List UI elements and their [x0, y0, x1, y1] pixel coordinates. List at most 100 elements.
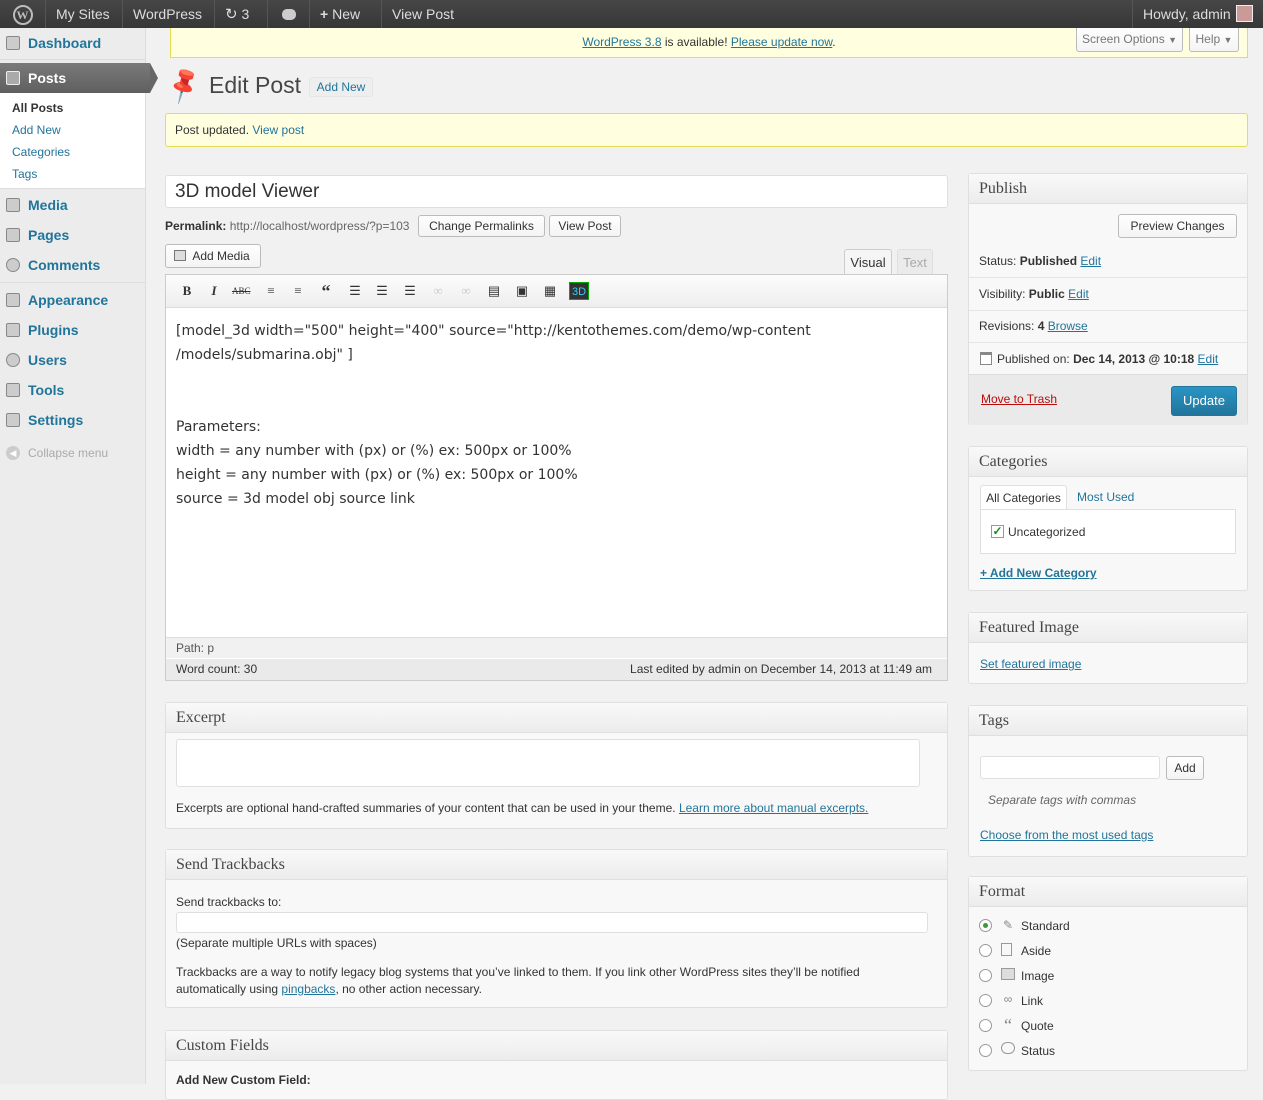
menu-label: Users — [28, 352, 67, 368]
menu-tools[interactable]: Tools — [0, 375, 145, 405]
kitchen-sink-icon[interactable]: ▦ — [541, 282, 559, 300]
more-tag-icon[interactable]: ▤ — [485, 282, 503, 300]
category-checkbox[interactable]: ✓ — [991, 525, 1004, 538]
edit-status-link[interactable]: Edit — [1080, 254, 1101, 268]
unlink-icon[interactable]: ∞ — [457, 282, 475, 300]
menu-users[interactable]: Users — [0, 345, 145, 375]
trackbacks-input[interactable] — [176, 912, 928, 933]
view-post-link[interactable]: View Post — [382, 0, 467, 28]
link-icon[interactable]: ∞ — [429, 282, 447, 300]
change-permalinks-button[interactable]: Change Permalinks — [418, 215, 545, 237]
post-title-text: 3D model Viewer — [175, 181, 320, 202]
wordpress-logo-icon[interactable]: W — [0, 0, 46, 28]
bullet-list-icon[interactable]: ≡ — [262, 282, 280, 300]
add-tag-button[interactable]: Add — [1166, 756, 1204, 780]
refresh-icon: ↻ — [225, 6, 238, 23]
blockquote-icon[interactable]: “ — [317, 282, 335, 300]
visibility-value: Public — [1028, 287, 1065, 301]
collapse-menu[interactable]: ◀ Collapse menu — [0, 438, 145, 468]
menu-label: Media — [28, 197, 68, 213]
numbered-list-icon[interactable]: ≡ — [289, 282, 307, 300]
submenu-tags[interactable]: Tags — [0, 163, 145, 185]
format-status-label: Status — [1021, 1044, 1056, 1058]
tags-input[interactable] — [980, 756, 1160, 779]
menu-label: Dashboard — [28, 35, 102, 51]
choose-tags-link[interactable]: Choose from the most used tags — [980, 828, 1153, 842]
content-line: width = any number with (px) or (%) ex: … — [176, 443, 572, 459]
format-aside-radio[interactable] — [979, 944, 992, 957]
format-standard-radio[interactable] — [979, 919, 992, 932]
submenu-categories[interactable]: Categories — [0, 141, 145, 163]
add-new-category-link[interactable]: + Add New Category — [980, 566, 1097, 580]
category-label: Uncategorized — [1008, 525, 1086, 539]
tab-visual[interactable]: Visual — [844, 249, 892, 275]
format-aside-label: Aside — [1021, 944, 1052, 958]
trackbacks-desc-text: automatically using — [176, 982, 282, 996]
menu-posts[interactable]: Posts — [0, 63, 158, 93]
menu-appearance[interactable]: Appearance — [0, 285, 145, 315]
tab-most-used[interactable]: Most Used — [1077, 490, 1134, 504]
model-3d-icon[interactable]: 3D — [569, 282, 589, 300]
view-post-link[interactable]: View post — [252, 123, 304, 137]
update-button[interactable]: Update — [1171, 386, 1237, 416]
edit-date-link[interactable]: Edit — [1198, 352, 1219, 366]
update-now-link[interactable]: Please update now — [731, 35, 832, 49]
move-to-trash-link[interactable]: Move to Trash — [981, 392, 1057, 406]
view-post-button[interactable]: View Post — [549, 215, 621, 237]
content-line: height = any number with (px) or (%) ex:… — [176, 467, 578, 483]
italic-icon[interactable]: I — [205, 282, 223, 300]
new-content-link[interactable]: + New — [310, 0, 382, 28]
help-button[interactable]: Help ▼ — [1189, 28, 1239, 52]
menu-dashboard[interactable]: Dashboard — [0, 28, 145, 58]
tab-all-categories[interactable]: All Categories — [980, 485, 1067, 510]
bold-icon[interactable]: B — [178, 282, 196, 300]
screen-options-button[interactable]: Screen Options ▼ — [1076, 28, 1183, 52]
post-title-input[interactable]: 3D model Viewer — [165, 175, 948, 208]
comments-link[interactable] — [268, 0, 310, 28]
menu-label: Appearance — [28, 292, 109, 308]
my-sites-link[interactable]: My Sites — [46, 0, 123, 28]
format-quote-radio[interactable] — [979, 1019, 992, 1032]
path-label: Path: p — [176, 641, 215, 655]
tab-text[interactable]: Text — [897, 249, 933, 274]
menu-comments[interactable]: Comments — [0, 250, 145, 280]
pingbacks-link[interactable]: pingbacks — [281, 982, 335, 996]
aside-icon — [1001, 943, 1012, 956]
updates-link[interactable]: ↻ 3 — [215, 0, 268, 28]
tab-label: Visual — [850, 255, 886, 270]
preview-changes-button[interactable]: Preview Changes — [1118, 214, 1237, 238]
fullscreen-icon[interactable]: ▣ — [513, 282, 531, 300]
format-image-radio[interactable] — [979, 969, 992, 982]
publish-date: Published on: Dec 14, 2013 @ 10:18 Edit — [979, 352, 1218, 366]
menu-settings[interactable]: Settings — [0, 405, 145, 435]
browse-revisions-link[interactable]: Browse — [1048, 319, 1088, 333]
menu-pages[interactable]: Pages — [0, 220, 145, 250]
account-menu[interactable]: Howdy, admin — [1132, 0, 1263, 28]
editor-content[interactable]: [model_3d width="500" height="400" sourc… — [176, 319, 936, 634]
format-box: Format ✎ Standard Aside Image ∞ Link “ Q… — [968, 876, 1248, 1071]
excerpt-learn-more-link[interactable]: Learn more about manual excerpts. — [679, 801, 868, 815]
add-new-button[interactable]: Add New — [309, 77, 373, 97]
categories-box: Categories All Categories Most Used ✓ Un… — [968, 446, 1248, 591]
format-link-radio[interactable] — [979, 994, 992, 1007]
trackbacks-box: Send Trackbacks Send trackbacks to: (Sep… — [165, 849, 948, 1008]
align-left-icon[interactable]: ☰ — [346, 282, 364, 300]
link-icon: ∞ — [1003, 992, 1013, 1006]
wordpress-version-link[interactable]: WordPress 3.8 — [582, 35, 661, 49]
set-featured-image-link[interactable]: Set featured image — [980, 657, 1081, 671]
add-media-button[interactable]: Add Media — [165, 244, 261, 268]
submenu-all-posts[interactable]: All Posts — [0, 97, 145, 119]
submenu-add-new[interactable]: Add New — [0, 119, 145, 141]
users-icon — [6, 353, 20, 367]
align-right-icon[interactable]: ☰ — [401, 282, 419, 300]
menu-plugins[interactable]: Plugins — [0, 315, 145, 345]
excerpt-textarea[interactable] — [176, 739, 920, 787]
align-center-icon[interactable]: ☰ — [373, 282, 391, 300]
pushpin-icon: ✎ — [1002, 918, 1014, 932]
site-name-link[interactable]: WordPress — [123, 0, 215, 28]
format-status-radio[interactable] — [979, 1044, 992, 1057]
excerpt-box: Excerpt Excerpts are optional hand-craft… — [165, 702, 948, 829]
menu-media[interactable]: Media — [0, 190, 145, 220]
strikethrough-icon[interactable]: ABC — [232, 282, 251, 300]
edit-visibility-link[interactable]: Edit — [1068, 287, 1089, 301]
